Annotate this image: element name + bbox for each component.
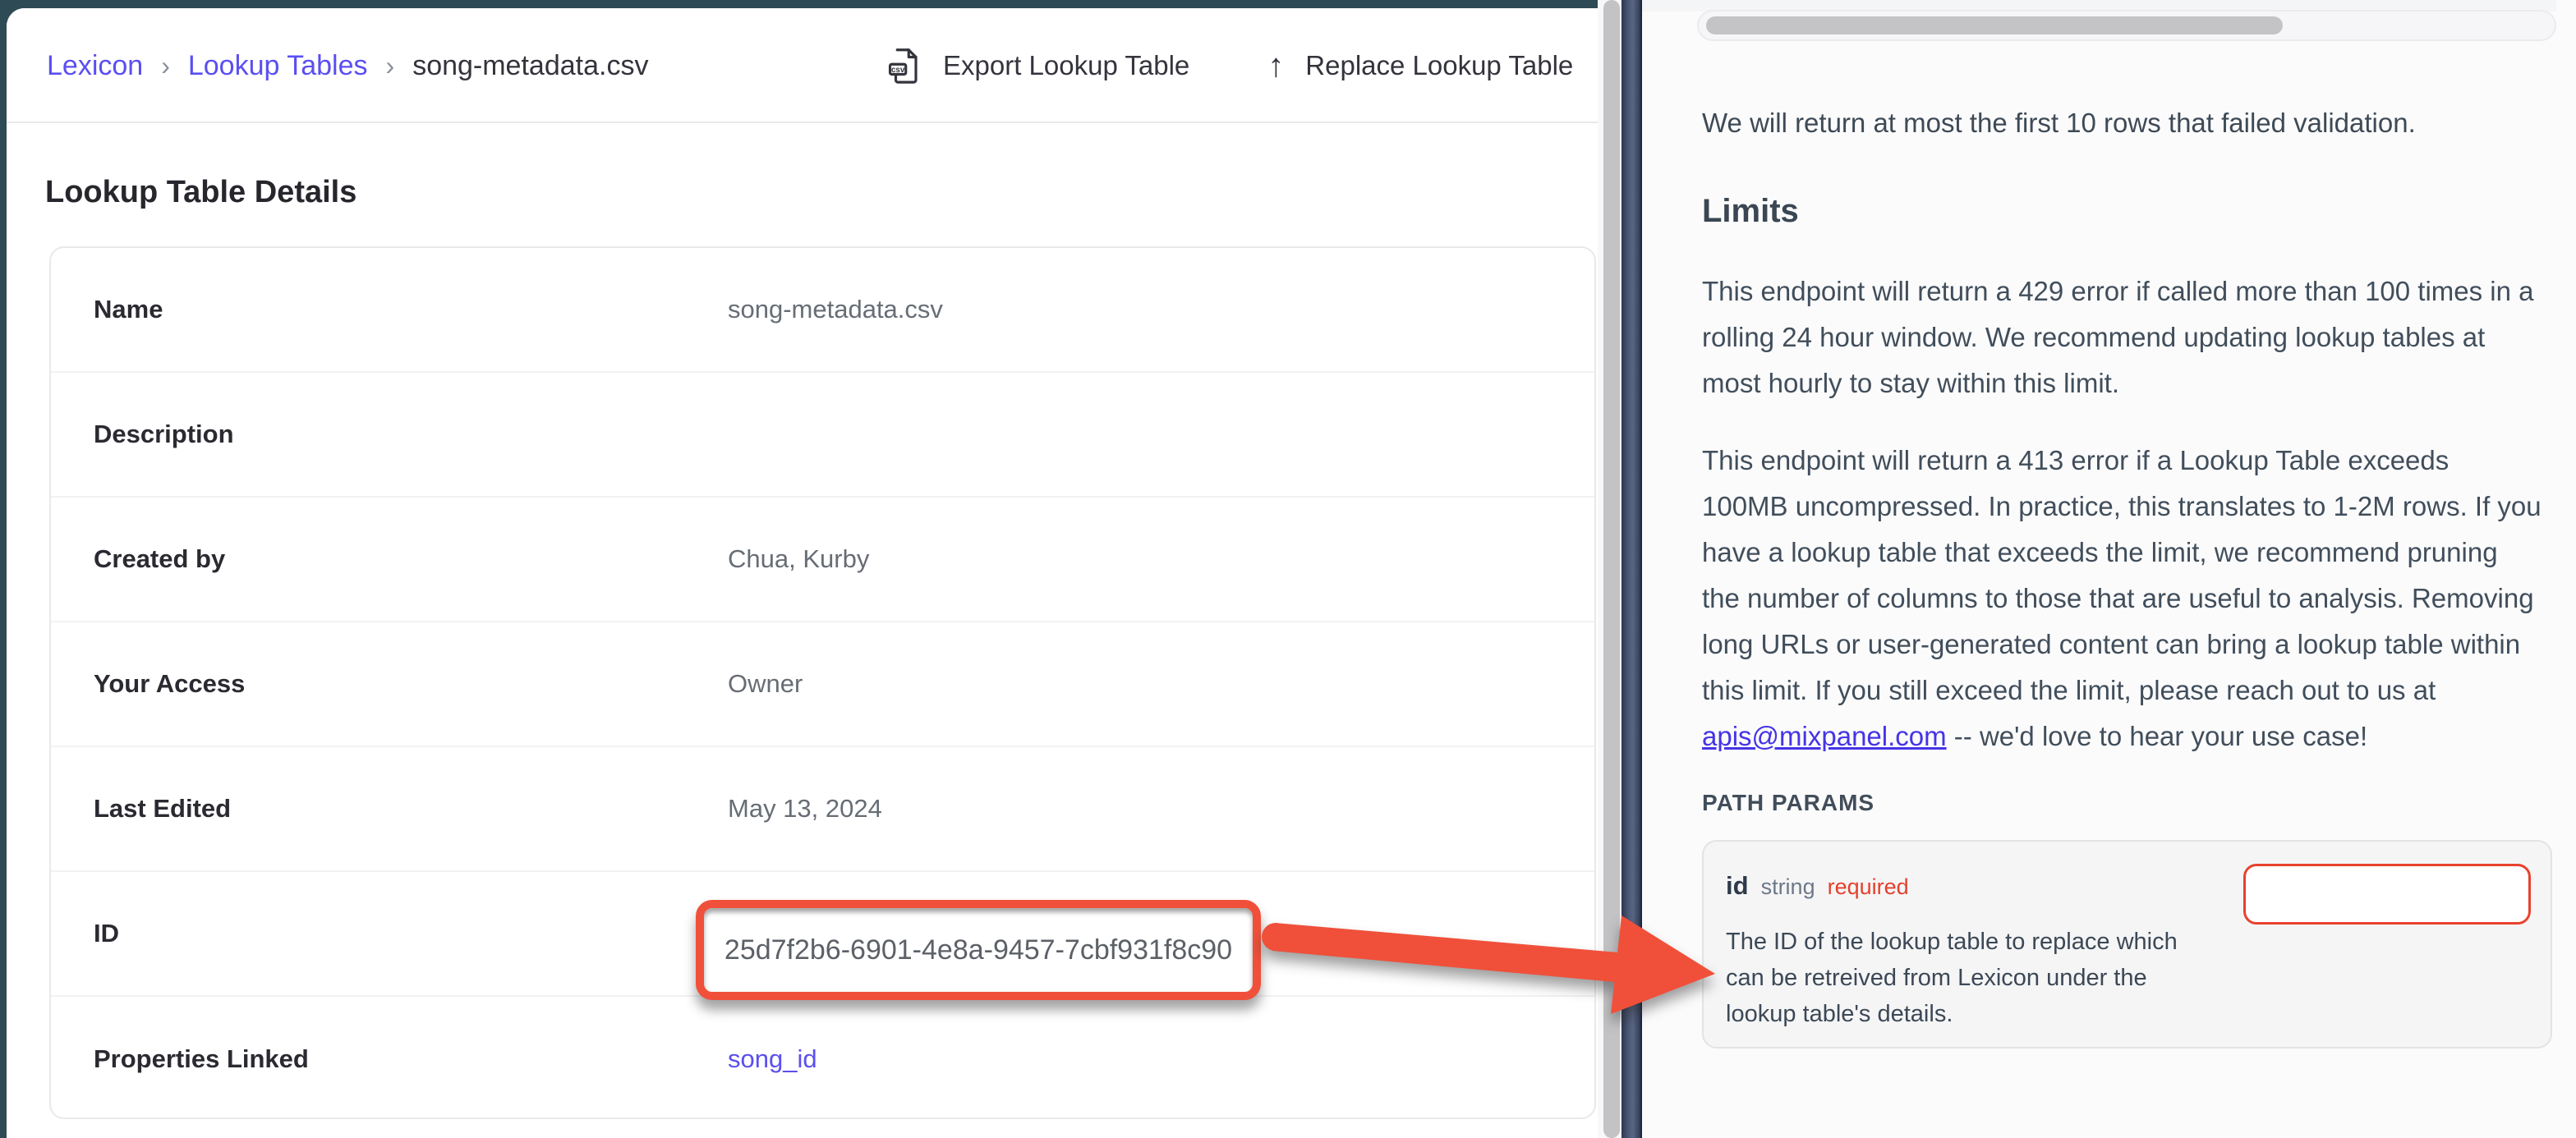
left-panel-scrollbar-track[interactable] xyxy=(1598,0,1622,1138)
row-label: Last Edited xyxy=(94,794,231,824)
table-row-id: ID 25d7f2b6-6901-4e8a-9457-7cbf931f8c90 xyxy=(51,872,1594,997)
page-title: Lookup Table Details xyxy=(45,175,356,210)
breadcrumb-separator-icon: › xyxy=(161,51,170,81)
docs-content: We will return at most the first 10 rows… xyxy=(1702,41,2542,1049)
lookup-table-id-value: 25d7f2b6-6901-4e8a-9457-7cbf931f8c90 xyxy=(724,934,1232,966)
paragraph-text: This endpoint will return a 413 error if… xyxy=(1702,445,2542,705)
row-label: Your Access xyxy=(94,669,245,699)
export-button-label: Export Lookup Table xyxy=(943,50,1189,81)
row-value: Owner xyxy=(728,669,803,699)
lookup-table-details-panel: Lexicon › Lookup Tables › song-metadata.… xyxy=(0,0,1598,1138)
param-name: id xyxy=(1726,871,1749,901)
linked-property-link[interactable]: song_id xyxy=(728,1044,817,1074)
row-label: ID xyxy=(94,919,119,948)
row-label: Created by xyxy=(94,544,225,574)
limits-heading: Limits xyxy=(1702,193,2542,230)
table-row-properties-linked: Properties Linked song_id xyxy=(51,997,1594,1122)
api-docs-panel: We will return at most the first 10 rows… xyxy=(1642,0,2576,1138)
toolbar: csv Export Lookup Table ↑ Replace Lookup… xyxy=(887,8,1573,123)
details-table: Name song-metadata.csv Description Creat… xyxy=(49,246,1596,1119)
csv-file-icon: csv xyxy=(887,47,922,85)
left-panel-scrollbar-thumb[interactable] xyxy=(1603,0,1620,1138)
export-lookup-table-button[interactable]: csv Export Lookup Table xyxy=(887,47,1189,85)
support-email-link[interactable]: apis@mixpanel.com xyxy=(1702,721,1947,751)
path-params-label: PATH PARAMS xyxy=(1702,790,2542,816)
param-description: The ID of the lookup table to replace wh… xyxy=(1726,924,2194,1032)
upload-arrow-icon: ↑ xyxy=(1267,49,1284,82)
svg-text:csv: csv xyxy=(891,66,905,75)
table-row-name: Name song-metadata.csv xyxy=(51,248,1594,373)
row-label: Description xyxy=(94,420,234,449)
table-row-created-by: Created by Chua, Kurby xyxy=(51,498,1594,622)
breadcrumb-current-file: song-metadata.csv xyxy=(412,50,648,82)
docs-horizontal-scrollbar-track[interactable] xyxy=(1697,10,2556,41)
limits-paragraph-2: This endpoint will return a 413 error if… xyxy=(1702,438,2542,759)
limits-paragraph-1: This endpoint will return a 429 error if… xyxy=(1702,268,2542,406)
page-header: Lexicon › Lookup Tables › song-metadata.… xyxy=(7,8,1598,123)
path-param-card: id string required The ID of the lookup … xyxy=(1702,840,2552,1049)
row-label: Name xyxy=(94,295,163,324)
param-header: id string required xyxy=(1726,871,1909,901)
row-value: May 13, 2024 xyxy=(728,794,882,824)
row-label: Properties Linked xyxy=(94,1044,309,1074)
table-row-your-access: Your Access Owner xyxy=(51,622,1594,747)
param-required-badge: required xyxy=(1828,874,1909,900)
breadcrumb-separator-icon: › xyxy=(386,51,395,81)
id-param-input[interactable] xyxy=(2243,864,2531,925)
replace-button-label: Replace Lookup Table xyxy=(1305,50,1573,81)
id-value-highlight-box: 25d7f2b6-6901-4e8a-9457-7cbf931f8c90 xyxy=(696,900,1261,1000)
param-type: string xyxy=(1761,874,1815,900)
docs-horizontal-scrollbar-thumb[interactable] xyxy=(1706,16,2283,34)
docs-intro-text: We will return at most the first 10 rows… xyxy=(1702,100,2542,146)
row-value: Chua, Kurby xyxy=(728,544,869,574)
left-panel-card: Lexicon › Lookup Tables › song-metadata.… xyxy=(7,8,1598,1138)
paragraph-text: -- we'd love to hear your use case! xyxy=(1947,721,2368,751)
replace-lookup-table-button[interactable]: ↑ Replace Lookup Table xyxy=(1267,49,1573,82)
table-row-description: Description xyxy=(51,373,1594,498)
breadcrumb: Lexicon › Lookup Tables › song-metadata.… xyxy=(47,8,648,123)
breadcrumb-lookup-tables[interactable]: Lookup Tables xyxy=(188,50,368,82)
table-row-last-edited: Last Edited May 13, 2024 xyxy=(51,747,1594,872)
window-divider xyxy=(1622,0,1642,1138)
breadcrumb-lexicon[interactable]: Lexicon xyxy=(47,50,143,82)
row-value: song-metadata.csv xyxy=(728,295,943,324)
